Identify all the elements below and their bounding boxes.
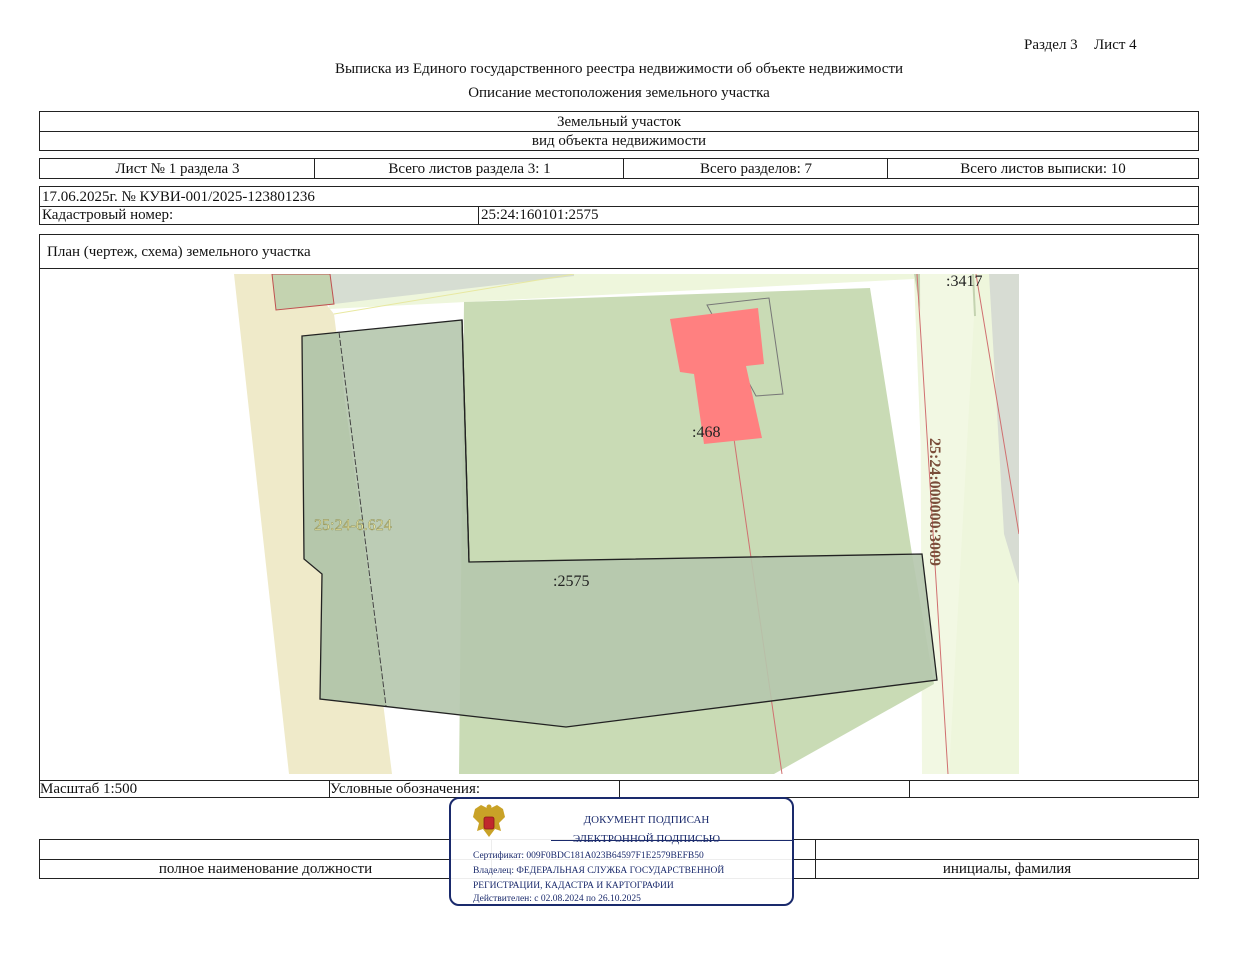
plan-title: План (чертеж, схема) земельного участка bbox=[47, 244, 311, 260]
record-date-number: 17.06.2025г. № КУВИ-001/2025-123801236 bbox=[42, 188, 315, 205]
sheet-number: Лист 4 bbox=[1094, 37, 1137, 53]
stamp-line1: ДОКУМЕНТ ПОДПИСАН bbox=[583, 814, 710, 826]
signature-stamp: ДОКУМЕНТ ПОДПИСАН ЭЛЕКТРОННОЙ ПОДПИСЬЮ С… bbox=[449, 797, 794, 906]
record-box: 17.06.2025г. № КУВИ-001/2025-123801236 К… bbox=[39, 186, 1199, 225]
name-caption: инициалы, фамилия bbox=[942, 860, 1072, 877]
parcel-map: :3417 :468 25:24-6.624 :2575 25:24:00000… bbox=[234, 274, 1019, 774]
total-sheets: Всего листов выписки: 10 bbox=[960, 160, 1126, 177]
sheet-of-section: Лист № 1 раздела 3 bbox=[115, 160, 240, 177]
document-subtitle: Описание местоположения земельного участ… bbox=[468, 85, 770, 101]
label-468: :468 bbox=[692, 424, 720, 441]
stamp-certificate: Сертификат: 009F0BDC181A023B64597F1E2579… bbox=[473, 851, 704, 861]
sheet-info-row: Лист № 1 раздела 3 Всего листов раздела … bbox=[39, 158, 1199, 179]
label-624: 25:24-6.624 bbox=[314, 517, 392, 534]
label-3417: :3417 bbox=[946, 274, 982, 290]
cadastral-label: Кадастровый номер: bbox=[42, 207, 174, 223]
stamp-valid: Действителен: с 02.08.2024 по 26.10.2025 bbox=[473, 894, 641, 904]
label-3009: 25:24:000000:3009 bbox=[926, 438, 943, 566]
total-sheets-section: Всего листов раздела 3: 1 bbox=[388, 160, 551, 177]
object-type-box: Земельный участок вид объекта недвижимос… bbox=[39, 111, 1199, 151]
symbols-label: Условные обозначения: bbox=[330, 781, 481, 797]
position-caption: полное наименование должности bbox=[158, 860, 373, 877]
scale: Масштаб 1:500 bbox=[40, 781, 138, 797]
legend-row: Масштаб 1:500 Условные обозначения: bbox=[39, 780, 1199, 798]
object-type: Земельный участок bbox=[556, 113, 682, 130]
object-type-caption: вид объекта недвижимости bbox=[531, 132, 707, 149]
stamp-owner2: РЕГИСТРАЦИИ, КАДАСТРА И КАРТОГРАФИИ bbox=[473, 881, 674, 891]
total-sections: Всего разделов: 7 bbox=[699, 160, 813, 177]
top-left-parcel bbox=[271, 274, 335, 311]
stamp-owner1: Владелец: ФЕДЕРАЛЬНАЯ СЛУЖБА ГОСУДАРСТВЕ… bbox=[473, 866, 725, 876]
section-number: Раздел 3 bbox=[1024, 37, 1078, 53]
emblem-icon bbox=[473, 804, 505, 837]
cadastral-number: 25:24:160101:2575 bbox=[481, 207, 599, 223]
document-title: Выписка из Единого государственного реес… bbox=[334, 61, 904, 77]
label-2575: :2575 bbox=[553, 573, 589, 590]
